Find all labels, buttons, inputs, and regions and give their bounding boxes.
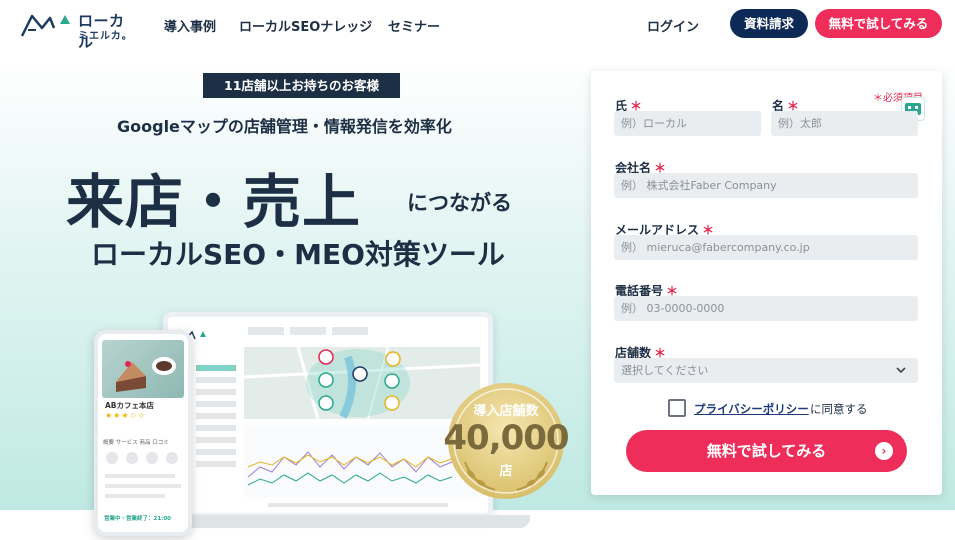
hero-product-name: ローカルSEO・MEO対策ツール [91, 238, 505, 271]
email-input[interactable] [614, 235, 918, 260]
agree-text: に同意する [810, 402, 868, 416]
nav-case-studies[interactable]: 導入事例 [164, 16, 216, 35]
phone-input[interactable] [614, 296, 918, 321]
phone-text-line [105, 474, 175, 478]
stores-badge: 導入店舗数 40,000 店 [435, 380, 577, 502]
phone-text-line [105, 494, 165, 498]
stores-select[interactable]: 選択してください [614, 358, 918, 383]
hero-headline: 来店・売上 [66, 168, 362, 236]
phone-action-icon [146, 452, 158, 464]
privacy-policy-link[interactable]: プライバシーポリシー [694, 401, 809, 417]
phone-shop-name: ABカフェ本店 [105, 401, 155, 410]
phone-text-line [105, 484, 181, 488]
nav-local-seo-knowledge[interactable]: ローカルSEOナレッジ [239, 16, 372, 35]
privacy-checkbox[interactable] [668, 399, 686, 417]
phone-mockup: ABカフェ本店 ★★★☆☆ 概要 サービス 商品 口コミ 営業中・営業終了：21… [94, 330, 192, 536]
free-trial-submit-button[interactable]: 無料で試してみる [626, 430, 907, 472]
logo-mark-icon [20, 14, 70, 37]
rating-stars: ★★★☆☆ [105, 411, 146, 420]
hero-subheadline: Googleマップの店舗管理・情報発信を効率化 [117, 117, 452, 136]
phone-action-icon [106, 452, 118, 464]
target-tag: 11店舗以上お持ちのお客様 [203, 73, 400, 98]
cake-icon [116, 357, 176, 392]
phone-tabs: 概要 サービス 商品 口コミ [103, 440, 169, 446]
logo[interactable]: ローカル ミエルカ。 [20, 8, 135, 51]
nav-seminar[interactable]: セミナー [388, 16, 440, 35]
header-free-trial-button[interactable]: 無料で試してみる [815, 9, 942, 38]
request-docs-button[interactable]: 資料請求 [730, 9, 808, 38]
site-header: ローカル ミエルカ。 導入事例 ローカルSEOナレッジ セミナー ログイン 資料… [0, 0, 955, 51]
first-name-input[interactable] [771, 111, 918, 136]
login-link[interactable]: ログイン [647, 16, 699, 35]
logo-subtext: ミエルカ。 [78, 31, 133, 42]
badge-title: 導入店舗数 [473, 404, 539, 419]
badge-unit: 店 [499, 464, 513, 479]
phone-action-icon [126, 452, 138, 464]
badge-number: 40,000 [443, 418, 569, 458]
last-name-input[interactable] [614, 111, 761, 136]
chevron-down-icon [896, 367, 906, 374]
company-input[interactable] [614, 173, 918, 198]
phone-business-hours: 営業中・営業終了：21:00 [104, 516, 172, 522]
hero-headline-suffix: につながる [407, 191, 512, 215]
cake-photo [102, 340, 184, 398]
phone-action-icon [166, 452, 178, 464]
arrow-right-icon: › [875, 442, 893, 460]
